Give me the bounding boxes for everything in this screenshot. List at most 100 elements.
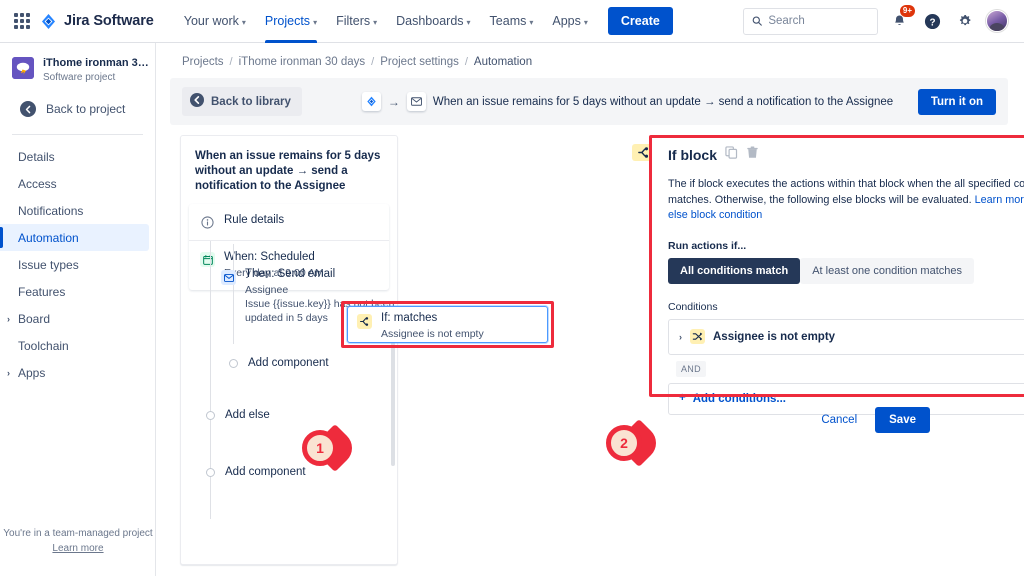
sidebar-item-label: Board	[18, 311, 51, 326]
cancel-button[interactable]: Cancel	[813, 408, 865, 432]
sidebar-item-issue-types[interactable]: Issue types	[0, 251, 149, 278]
breadcrumb-project-settings[interactable]: Project settings	[380, 56, 459, 68]
jira-brand-logo[interactable]: Jira Software	[40, 13, 154, 30]
nav-item-filters[interactable]: Filters ▾	[328, 0, 385, 43]
brand-label: Jira Software	[64, 13, 154, 29]
email-envelope-icon	[221, 270, 236, 285]
sidebar-item-label: Notifications	[18, 203, 84, 218]
nav-item-label: Apps	[552, 13, 581, 28]
primary-nav: Your work ▾ Projects ▾ Filters ▾ Dashboa…	[176, 0, 596, 43]
plus-icon: +	[679, 392, 686, 404]
add-component-inner-button[interactable]: Add component	[229, 357, 329, 369]
nav-item-label: Dashboards	[396, 13, 464, 28]
nav-item-apps[interactable]: Apps ▾	[544, 0, 596, 43]
breadcrumb-automation[interactable]: Automation	[474, 56, 532, 68]
sidebar-item-access[interactable]: Access	[0, 170, 149, 197]
project-sidebar: iThome ironman 30 da... Software project…	[0, 43, 156, 576]
add-else-button[interactable]: Add else	[206, 409, 270, 421]
copy-icon[interactable]	[725, 146, 738, 164]
nav-item-label: Projects	[264, 13, 311, 28]
node-dot-icon	[206, 467, 215, 477]
rule-chain-title: When an issue remains for 5 days without…	[195, 150, 381, 192]
chevron-right-icon: ›	[7, 367, 10, 378]
sidebar-item-notifications[interactable]: Notifications	[0, 197, 149, 224]
add-component-outer-button[interactable]: Add component	[206, 466, 306, 478]
if-block-title: If block	[668, 147, 718, 163]
top-navigation-bar: Jira Software Your work ▾ Projects ▾ Fil…	[0, 0, 1024, 43]
notifications-bell-icon[interactable]: 9+	[887, 5, 915, 33]
sidebar-item-toolchain[interactable]: Toolchain	[0, 332, 149, 359]
back-to-library-label: Back to library	[211, 95, 291, 108]
sidebar-item-details[interactable]: Details	[0, 143, 149, 170]
condition-row[interactable]: › Assignee is not empty	[668, 318, 1024, 355]
flow-arrow-icon: →	[387, 94, 400, 109]
create-button[interactable]: Create	[607, 7, 673, 35]
rule-title: When an issue remains for 5 days without…	[432, 95, 894, 108]
sidebar-item-label: Toolchain	[18, 338, 69, 353]
nav-item-projects[interactable]: Projects ▾	[257, 0, 325, 43]
turn-it-on-button[interactable]: Turn it on	[917, 88, 996, 115]
project-header[interactable]: iThome ironman 30 da... Software project	[0, 43, 155, 93]
back-to-project-label: Back to project	[46, 102, 126, 116]
nav-item-label: Your work	[183, 13, 239, 28]
back-to-library-button[interactable]: Back to library	[182, 87, 302, 116]
search-box[interactable]	[743, 7, 878, 35]
sidebar-item-board[interactable]: › Board	[0, 305, 149, 332]
settings-gear-icon[interactable]	[953, 9, 977, 33]
jira-diamond-icon	[40, 13, 57, 30]
nav-item-label: Filters	[336, 13, 371, 28]
rule-header-bar: Back to library → When an issue remains …	[170, 78, 1008, 125]
condition-branch-icon	[690, 329, 705, 344]
tree-connector-outer	[210, 241, 211, 401]
sidebar-item-features[interactable]: Features	[0, 278, 149, 305]
back-to-project-button[interactable]: Back to project	[6, 95, 149, 123]
learn-more-link[interactable]: Learn more	[0, 543, 156, 554]
sidebar-item-label: Automation	[18, 230, 79, 245]
save-button[interactable]: Save	[875, 407, 930, 433]
sidebar-item-automation[interactable]: Automation	[0, 224, 149, 251]
then-label: Then: Send email	[245, 268, 336, 280]
nav-item-dashboards[interactable]: Dashboards ▾	[388, 0, 478, 43]
chevron-down-icon: ▾	[313, 17, 318, 27]
annotation-number: 2	[620, 435, 628, 451]
add-else-label: Add else	[225, 409, 270, 421]
segment-at-least-one-condition[interactable]: At least one condition matches	[800, 257, 974, 284]
grid-apps-icon[interactable]	[14, 13, 30, 29]
chevron-right-icon[interactable]: ›	[679, 332, 682, 342]
topnav-right-cluster: 9+ ?	[743, 5, 1014, 35]
nav-item-label: Teams	[489, 13, 527, 28]
nav-item-your-work[interactable]: Your work ▾	[176, 0, 254, 43]
if-block-detail-panel: If block The if block executes the actio…	[626, 140, 1024, 431]
sidebar-item-apps[interactable]: › Apps	[0, 359, 149, 386]
condition-text: Assignee is not empty	[713, 330, 836, 343]
breadcrumb-separator: /	[229, 56, 233, 68]
search-input[interactable]	[768, 15, 869, 27]
chevron-right-icon: ›	[7, 313, 10, 324]
back-arrow-icon	[20, 101, 36, 117]
rule-chain-panel: When an issue remains for 5 days without…	[180, 135, 398, 565]
sidebar-item-label: Features	[18, 284, 66, 299]
if-matches-node[interactable]: If: matches Assignee is not empty	[347, 306, 548, 343]
segment-all-conditions-match[interactable]: All conditions match	[668, 257, 801, 284]
breadcrumb-separator: /	[371, 56, 375, 68]
user-avatar[interactable]	[986, 10, 1008, 32]
nav-item-teams[interactable]: Teams ▾	[482, 0, 542, 43]
rule-details-label: Rule details	[224, 214, 285, 226]
chevron-down-icon: ▾	[241, 17, 246, 27]
search-icon	[752, 16, 762, 26]
email-envelope-icon	[406, 92, 426, 111]
breadcrumb-separator: /	[464, 56, 468, 68]
node-dot-icon	[206, 410, 215, 420]
rule-editor-body: When an issue remains for 5 days without…	[156, 135, 1024, 565]
detail-footer-actions: Cancel Save	[813, 407, 930, 433]
sidebar-divider	[12, 134, 143, 135]
help-icon[interactable]: ?	[920, 9, 944, 33]
breadcrumb-project[interactable]: iThome ironman 30 days	[239, 56, 366, 68]
breadcrumb-projects[interactable]: Projects	[182, 56, 224, 68]
rule-details-row[interactable]: Rule details	[189, 204, 389, 240]
trash-icon[interactable]	[746, 146, 759, 164]
sidebar-item-label: Apps	[18, 365, 46, 380]
sidebar-item-label: Issue types	[18, 257, 79, 272]
sidebar-footer: You're in a team-managed project Learn m…	[0, 525, 156, 554]
if-block-description-text: The if block executes the actions within…	[668, 178, 1024, 206]
